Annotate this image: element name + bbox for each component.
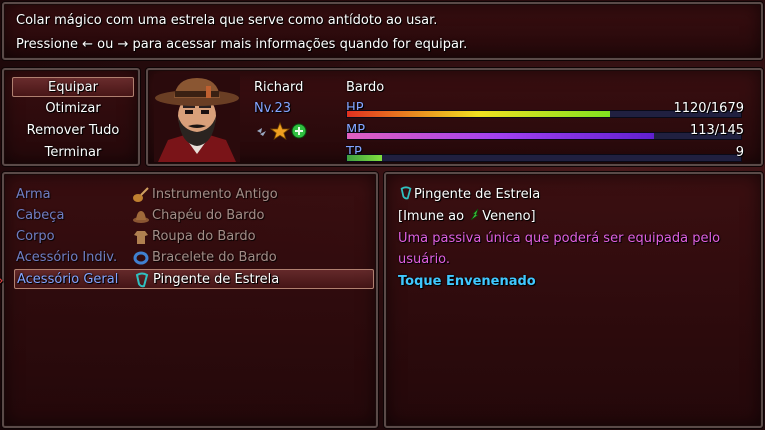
command-finish[interactable]: Terminar (12, 143, 134, 163)
slot-row-accessory-individual[interactable]: Acessório Indiv. Bracelete do Bardo (14, 248, 374, 268)
selection-arrow-icon: › (0, 273, 4, 289)
state-icons (257, 122, 307, 140)
help-line-2: Pressione ← ou → para acessar mais infor… (16, 37, 468, 52)
detail-immune-state: Veneno] (482, 209, 536, 224)
hp-value: 1120/1679 (673, 101, 744, 116)
star-icon (269, 122, 291, 140)
slot-item: Bracelete do Bardo (152, 250, 277, 265)
tp-value: 9 (735, 145, 744, 160)
equip-slot-window: Arma Instrumento Antigo Cabeça Chapéu do… (2, 172, 378, 428)
hat-icon (133, 211, 149, 223)
mp-gauge-fill (347, 133, 654, 139)
mp-gauge (346, 132, 742, 140)
slot-label: Acessório Indiv. (16, 250, 118, 265)
help-line-1: Colar mágico com uma estrela que serve c… (16, 13, 438, 28)
slot-row-head[interactable]: Cabeça Chapéu do Bardo (14, 206, 374, 226)
slot-row-accessory-general[interactable]: Acessório Geral Pingente de Estrela (14, 269, 374, 289)
actor-class: Bardo (346, 80, 385, 95)
command-equip[interactable]: Equipar (12, 77, 134, 97)
robe-icon (134, 231, 148, 244)
slot-item: Roupa do Bardo (152, 229, 256, 244)
slot-label: Arma (16, 187, 51, 202)
help-window: Colar mágico com uma estrela que serve c… (2, 2, 763, 60)
slot-row-body[interactable]: Corpo Roupa do Bardo (14, 227, 374, 247)
buff-icon (291, 123, 307, 139)
detail-item-name-row: Pingente de Estrela (398, 186, 540, 202)
actor-portrait (154, 74, 240, 162)
command-window: Equipar Otimizar Remover Tudo Terminar (2, 68, 140, 166)
detail-effect: Toque Envenenado (398, 274, 536, 289)
slot-item: Pingente de Estrela (153, 272, 280, 287)
slot-row-weapon[interactable]: Arma Instrumento Antigo (14, 185, 374, 205)
command-optimize[interactable]: Otimizar (12, 99, 134, 119)
slot-label: Acessório Geral (17, 272, 119, 287)
detail-immune-prefix: [Imune ao (398, 209, 465, 224)
detail-item-name: Pingente de Estrela (414, 187, 541, 202)
tp-gauge (346, 154, 742, 162)
actor-level: Nv.23 (254, 101, 292, 116)
detail-description-line-2: usuário. (398, 252, 451, 267)
slot-item: Instrumento Antigo (152, 187, 278, 202)
hp-gauge-fill (347, 111, 610, 117)
command-remove-all[interactable]: Remover Tudo (12, 121, 134, 141)
mp-value: 113/145 (689, 123, 744, 138)
status-window: Richard Bardo Nv.23 HP 1120/1679 MP 113/… (146, 68, 763, 166)
detail-description-line-1: Uma passiva única que poderá ser equipad… (398, 231, 721, 246)
slot-label: Cabeça (16, 208, 65, 223)
tp-gauge-fill (347, 155, 383, 161)
slot-item: Chapéu do Bardo (152, 208, 265, 223)
slot-label: Corpo (16, 229, 55, 244)
lute-icon (133, 187, 149, 202)
poison-icon (471, 208, 480, 221)
detail-immunity-row: [Imune ao Veneno] (398, 208, 536, 224)
pendant-icon (400, 186, 412, 200)
actor-name: Richard (254, 80, 304, 95)
sparkle-icon (257, 128, 266, 136)
pendant-icon (135, 272, 149, 288)
item-detail-window: Pingente de Estrela [Imune ao Veneno] Um… (384, 172, 763, 428)
bracelet-icon (133, 251, 149, 265)
